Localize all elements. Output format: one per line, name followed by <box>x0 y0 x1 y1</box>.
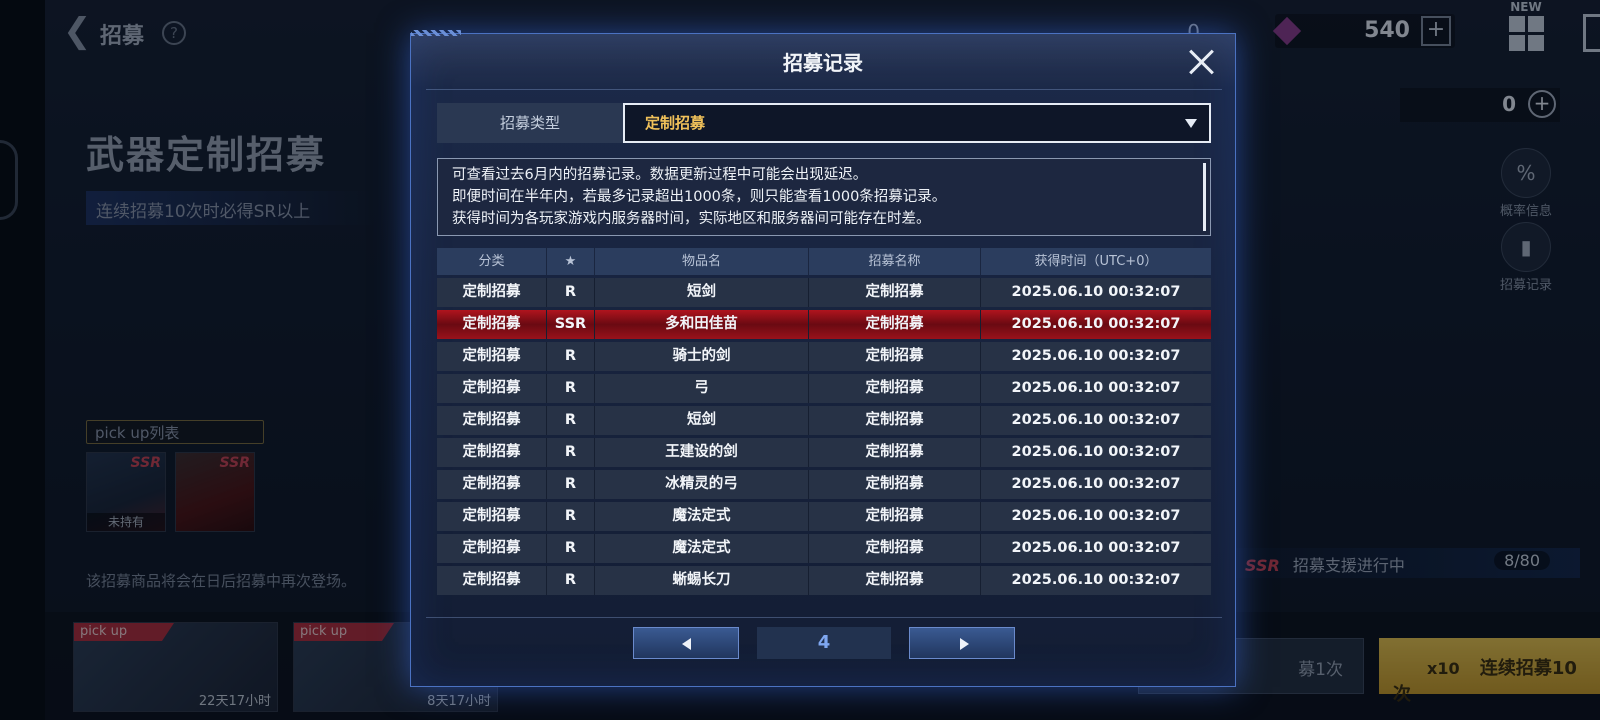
cell-category: 定制招募 <box>437 438 547 467</box>
cell-time: 2025.06.10 00:32:07 <box>1011 476 1181 492</box>
cell-item: 骑士的剑 <box>595 342 809 371</box>
cell-rarity: R <box>547 470 595 499</box>
cell-category: 定制招募 <box>437 342 547 371</box>
table-row: 定制招募 R 短剑 定制招募 2025.06.10 00:32:07 <box>437 406 1211 435</box>
col-rarity: ★ <box>547 248 595 275</box>
cell-time: 2025.06.10 00:32:07 <box>1011 316 1181 332</box>
table-header: 分类 ★ 物品名 招募名称 获得时间（UTC+0） <box>437 248 1211 275</box>
cell-item: 短剑 <box>595 406 809 435</box>
cell-banner: 定制招募 <box>809 310 981 339</box>
col-banner: 招募名称 <box>809 248 981 275</box>
cell-item: 短剑 <box>595 278 809 307</box>
dialog-title: 招募记录 <box>783 51 863 75</box>
cell-category: 定制招募 <box>437 566 547 595</box>
cell-banner: 定制招募 <box>809 374 981 403</box>
next-page-button[interactable] <box>909 627 1015 659</box>
page-number: 4 <box>757 627 891 659</box>
pagination: 4 <box>633 627 1015 661</box>
cell-item: 多和田佳苗 <box>595 310 809 339</box>
cell-rarity: R <box>547 406 595 435</box>
table-row: 定制招募 R 冰精灵的弓 定制招募 2025.06.10 00:32:07 <box>437 470 1211 499</box>
prev-arrow-icon <box>682 638 691 650</box>
table-body: 定制招募 R 短剑 定制招募 2025.06.10 00:32:07 定制招募 SSR 多和田… <box>437 278 1211 595</box>
table-row: 定制招募 SSR 多和田佳苗 定制招募 2025.06.10 00:32:07 <box>437 310 1211 339</box>
cell-time: 2025.06.10 00:32:07 <box>1011 540 1181 556</box>
table-row: 定制招募 R 蜥蜴长刀 定制招募 2025.06.10 00:32:07 <box>437 566 1211 595</box>
recruit-type-label: 招募类型 <box>437 103 623 143</box>
notice-box: 可查看过去6月内的招募记录。数据更新过程中可能会出现延迟。 即便时间在半年内，若… <box>437 158 1211 236</box>
cell-rarity: R <box>547 374 595 403</box>
dropdown-caret-icon <box>1185 119 1197 128</box>
cell-category: 定制招募 <box>437 406 547 435</box>
divider <box>426 617 1222 618</box>
cell-rarity: R <box>547 566 595 595</box>
cell-banner: 定制招募 <box>809 438 981 467</box>
cell-time: 2025.06.10 00:32:07 <box>1011 412 1181 428</box>
table-row: 定制招募 R 弓定制招募 2025.06.10 00:32:07 <box>437 374 1211 403</box>
table-row: 定制招募 R 魔法定式 定制招募 2025.06.10 00:32:07 <box>437 534 1211 563</box>
cell-time: 2025.06.10 00:32:07 <box>1011 380 1181 396</box>
cell-item: 冰精灵的弓 <box>595 470 809 499</box>
cell-item: 魔法定式 <box>595 502 809 531</box>
cell-time: 2025.06.10 00:32:07 <box>1011 284 1181 300</box>
recruit-type-row: 招募类型 定制招募 <box>437 103 1211 143</box>
cell-time: 2025.06.10 00:32:07 <box>1011 572 1181 588</box>
cell-banner: 定制招募 <box>809 566 981 595</box>
close-icon[interactable] <box>1187 48 1215 76</box>
notice-line: 即便时间在半年内，若最多记录超出1000条，则只能查看1000条招募记录。 <box>452 189 947 205</box>
dialog-deco <box>411 30 461 36</box>
cell-rarity: R <box>547 342 595 371</box>
recruit-type-select[interactable]: 定制招募 <box>623 103 1211 143</box>
cell-item: 魔法定式 <box>595 534 809 563</box>
divider <box>426 89 1222 90</box>
col-time: 获得时间（UTC+0） <box>1034 254 1158 269</box>
cell-item: 蜥蜴长刀 <box>595 566 809 595</box>
table-row: 定制招募 R 王建设的剑 定制招募 2025.06.10 00:32:07 <box>437 438 1211 467</box>
table-row: 定制招募 R 骑士的剑 定制招募 2025.06.10 00:32:07 <box>437 342 1211 371</box>
cell-time: 2025.06.10 00:32:07 <box>1011 348 1181 364</box>
cell-category: 定制招募 <box>437 278 547 307</box>
notice-scrollbar[interactable] <box>1203 163 1206 231</box>
cell-category: 定制招募 <box>437 310 547 339</box>
cell-time: 2025.06.10 00:32:07 <box>1011 508 1181 524</box>
recruit-type-value: 定制招募 <box>645 114 706 132</box>
record-table: 分类 ★ 物品名 招募名称 获得时间（UTC+0） 定制招募 R 短剑 定制招募 202… <box>437 248 1211 595</box>
recruit-screen: ❮ 招募 ? 0 540 + NEW 武器定制招募 连续招募10次时必得SR以上… <box>0 0 1600 720</box>
notice-line: 可查看过去6月内的招募记录。数据更新过程中可能会出现延迟。 <box>452 167 868 183</box>
cell-category: 定制招募 <box>437 374 547 403</box>
recruit-record-dialog: 招募记录 招募类型 定制招募 可查看过去6月内的招募记录。数据更新过程中可能会出… <box>410 30 1236 687</box>
cell-rarity: R <box>547 278 595 307</box>
cell-banner: 定制招募 <box>809 406 981 435</box>
cell-item: 弓 <box>595 374 809 403</box>
cell-category: 定制招募 <box>437 502 547 531</box>
notice-line: 获得时间为各玩家游戏内服务器时间，实际地区和服务器间可能存在时差。 <box>452 211 931 227</box>
cell-rarity: R <box>547 502 595 531</box>
table-row: 定制招募 R 魔法定式 定制招募 2025.06.10 00:32:07 <box>437 502 1211 531</box>
cell-time: 2025.06.10 00:32:07 <box>1011 444 1181 460</box>
cell-rarity: SSR <box>547 310 595 339</box>
cell-rarity: R <box>547 438 595 467</box>
cell-banner: 定制招募 <box>809 502 981 531</box>
cell-banner: 定制招募 <box>809 470 981 499</box>
cell-banner: 定制招募 <box>809 278 981 307</box>
next-arrow-icon <box>960 638 969 650</box>
cell-banner: 定制招募 <box>809 534 981 563</box>
table-row: 定制招募 R 短剑 定制招募 2025.06.10 00:32:07 <box>437 278 1211 307</box>
cell-category: 定制招募 <box>437 470 547 499</box>
col-category: 分类 <box>437 248 547 275</box>
cell-banner: 定制招募 <box>809 342 981 371</box>
prev-page-button[interactable] <box>633 627 739 659</box>
cell-item: 王建设的剑 <box>595 438 809 467</box>
cell-rarity: R <box>547 534 595 563</box>
col-item: 物品名 <box>595 248 809 275</box>
cell-category: 定制招募 <box>437 534 547 563</box>
